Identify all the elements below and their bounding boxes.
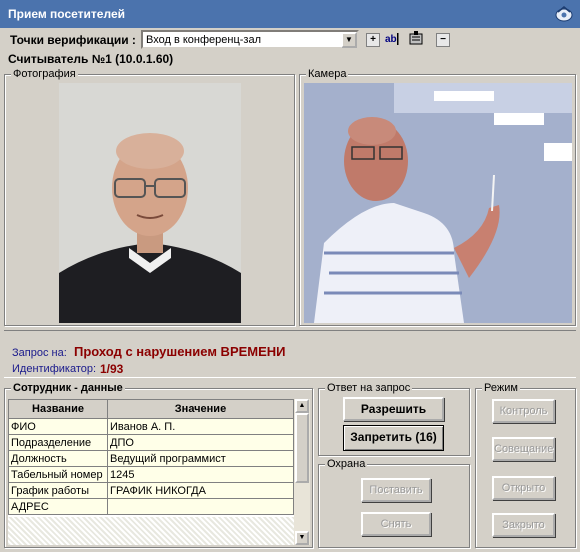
guard-panel: Охрана Поставить Снять <box>318 458 470 548</box>
row-name: АДРЕС <box>8 498 108 515</box>
row-name: ФИО <box>8 418 108 435</box>
remove-point-icon[interactable]: − <box>436 33 450 47</box>
disarm-button[interactable]: Снять <box>361 512 431 536</box>
table-row[interactable]: Табельный номер 1245 <box>8 466 294 483</box>
identifier-label: Идентификатор: <box>12 363 97 375</box>
column-header-value[interactable]: Значение <box>107 399 294 419</box>
allow-button[interactable]: Разрешить <box>343 397 444 421</box>
table-row[interactable]: Подразделение ДПО <box>8 434 294 451</box>
column-header-name[interactable]: Название <box>8 399 108 419</box>
row-name: Подразделение <box>8 434 108 451</box>
row-name: Должность <box>8 450 108 467</box>
answer-title: Ответ на запрос <box>325 382 413 394</box>
table-row[interactable]: Должность Ведущий программист <box>8 450 294 467</box>
app-icon[interactable] <box>554 4 574 24</box>
employee-table: Название Значение ФИО Иванов А. П. Подраз… <box>8 399 294 545</box>
guard-title: Охрана <box>325 458 368 470</box>
reader-title: Считыватель №1 (10.0.1.60) <box>8 52 174 66</box>
scroll-down-icon[interactable]: ▼ <box>295 531 309 545</box>
row-value: ДПО <box>107 434 294 451</box>
row-value: ГРАФИК НИКОГДА <box>107 482 294 499</box>
answer-panel: Ответ на запрос Разрешить Запретить (16) <box>318 382 470 456</box>
row-value: Иванов А. П. <box>107 418 294 435</box>
employee-data-title: Сотрудник - данные <box>11 382 125 394</box>
verification-points-label: Точки верификации : <box>10 33 136 47</box>
chevron-down-icon[interactable]: ▼ <box>341 32 357 48</box>
request-value: Проход с нарушением ВРЕМЕНИ <box>74 344 286 359</box>
mode-panel: Режим Контроль Совещание Открыто Закрыто <box>475 382 576 548</box>
mode-title: Режим <box>482 382 520 394</box>
scroll-up-icon[interactable]: ▲ <box>295 399 309 413</box>
identifier-value: 1/93 <box>100 362 124 376</box>
deny-button[interactable]: Запретить (16) <box>343 425 444 451</box>
closed-mode-button[interactable]: Закрыто <box>492 513 555 537</box>
photo-panel: Фотография <box>4 68 295 326</box>
add-point-icon[interactable]: + <box>366 33 380 47</box>
table-empty-area <box>8 517 294 545</box>
table-row[interactable]: График работы ГРАФИК НИКОГДА <box>8 482 294 499</box>
camera-label: Камера <box>306 68 349 80</box>
toolbar: Точки верификации : Вход в конференц-зал… <box>4 28 576 52</box>
control-mode-button[interactable]: Контроль <box>492 399 555 423</box>
table-row[interactable]: АДРЕС <box>8 498 294 515</box>
open-mode-button[interactable]: Открыто <box>492 476 555 500</box>
employee-data-panel: Сотрудник - данные Название Значение ФИО… <box>4 382 313 548</box>
window-title: Прием посетителей <box>8 7 125 21</box>
row-value <box>107 498 294 515</box>
camera-view <box>304 83 572 323</box>
svg-text:ab: ab <box>385 34 397 45</box>
camera-panel: Камера <box>299 68 576 326</box>
arm-button[interactable]: Поставить <box>361 478 431 502</box>
row-name: Табельный номер <box>8 466 108 483</box>
row-value: Ведущий программист <box>107 450 294 467</box>
request-label: Запрос на: <box>12 347 67 359</box>
meeting-mode-button[interactable]: Совещание <box>492 437 555 461</box>
employee-photo <box>59 83 241 323</box>
row-name: График работы <box>8 482 108 499</box>
settings-icon[interactable] <box>407 31 425 47</box>
title-bar: Прием посетителей <box>0 0 580 28</box>
photo-label: Фотография <box>11 68 78 80</box>
rename-icon[interactable]: ab <box>384 31 402 47</box>
table-row[interactable]: ФИО Иванов А. П. <box>8 418 294 435</box>
table-scrollbar[interactable]: ▲ ▼ <box>294 399 310 545</box>
request-panel: Запрос на: Проход с нарушением ВРЕМЕНИ И… <box>4 330 576 378</box>
verification-point-value: Вход в конференц-зал <box>146 34 261 46</box>
scrollbar-thumb[interactable] <box>295 413 309 483</box>
row-value: 1245 <box>107 466 294 483</box>
verification-point-select[interactable]: Вход в конференц-зал ▼ <box>141 30 359 49</box>
